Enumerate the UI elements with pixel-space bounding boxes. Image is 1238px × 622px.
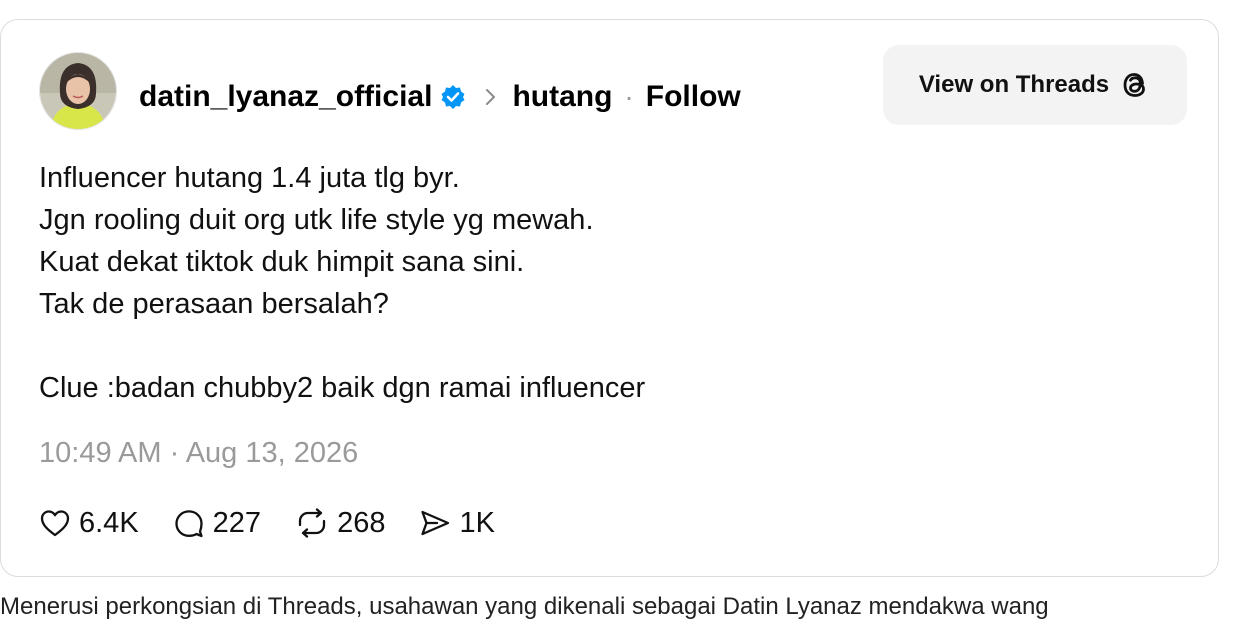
avatar[interactable] [39, 52, 117, 130]
post-text-line: Kuat dekat tiktok duk himpit sana sini. [39, 246, 525, 278]
share-icon [421, 510, 450, 536]
repost-button[interactable]: 268 [295, 507, 385, 540]
like-button[interactable]: 6.4K [39, 507, 139, 540]
username-link[interactable]: datin_lyanaz_official [139, 80, 432, 114]
separator-dot: · [624, 81, 634, 112]
post-body: Influencer hutang 1.4 juta tlg byr. Jgn … [39, 157, 645, 409]
article-caption: Menerusi perkongsian di Threads, usahawa… [0, 593, 1049, 620]
repost-icon [298, 508, 326, 538]
comment-icon [175, 510, 203, 538]
action-bar: 6.4K 227 268 1K [39, 501, 529, 545]
post-text-line: Jgn rooling duit org utk life style yg m… [39, 204, 594, 236]
like-count: 6.4K [79, 506, 139, 539]
view-on-threads-label: View on Threads [918, 71, 1110, 98]
avatar-image [40, 53, 116, 129]
post-text-line: Tak de perasaan bersalah? [39, 288, 389, 320]
topic-tag-link[interactable]: hutang [512, 80, 612, 114]
follow-button[interactable]: Follow [646, 80, 741, 114]
share-button[interactable]: 1K [419, 506, 495, 540]
reply-button[interactable]: 227 [173, 507, 261, 540]
post-text-line: Influencer hutang 1.4 juta tlg byr. [39, 162, 460, 194]
reply-count: 227 [212, 506, 262, 539]
view-on-threads-button[interactable]: View on Threads [883, 45, 1187, 125]
post-text-line: Clue :badan chubby2 baik dgn ramai influ… [39, 372, 646, 404]
post-timestamp[interactable]: 10:49 AM · Aug 13, 2026 [39, 437, 358, 470]
threads-post-card: datin_lyanaz_official hutang · Follow Vi… [0, 19, 1219, 577]
post-header: datin_lyanaz_official hutang · Follow [139, 77, 741, 117]
repost-count: 268 [337, 506, 386, 539]
post-text-line [39, 325, 645, 367]
heart-icon [40, 510, 70, 537]
verified-badge-icon [440, 84, 466, 110]
chevron-right-icon [483, 85, 499, 109]
share-count: 1K [459, 506, 495, 539]
threads-logo-icon [1119, 68, 1151, 102]
